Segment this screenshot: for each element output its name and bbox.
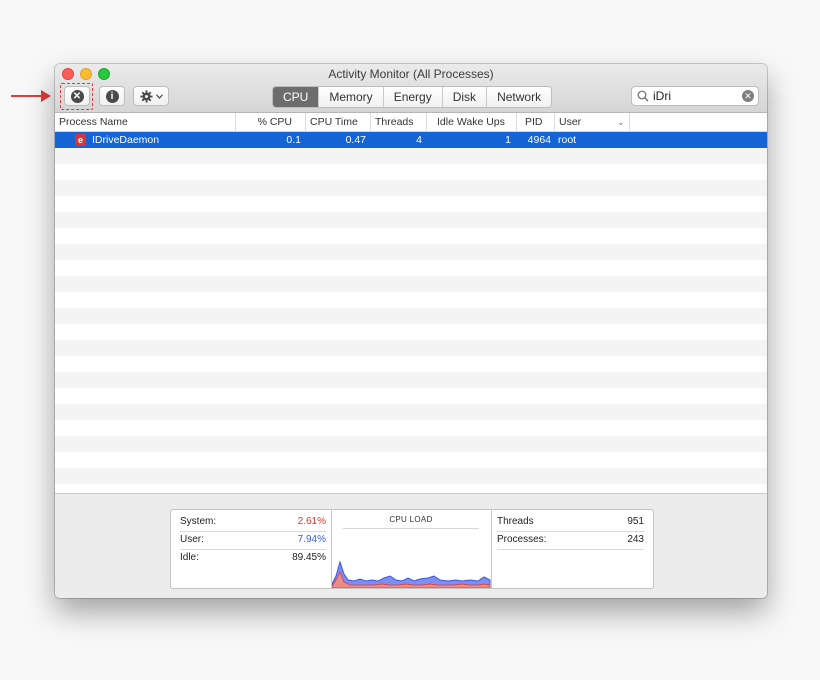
view-tabs: CPU Memory Energy Disk Network (272, 86, 553, 108)
activity-monitor-window: Activity Monitor (All Processes) ✕ i CPU… (55, 64, 767, 598)
annotation-arrow-icon (11, 90, 51, 102)
info-icon: i (105, 89, 119, 103)
column-process-name[interactable]: Process Name (59, 113, 128, 131)
cpu-time-value: 0.47 (345, 134, 366, 146)
user-value: root (558, 134, 577, 146)
cpu-stats-panel: System: 2.61% User: 7.94% Idle: 89.45% C… (170, 509, 654, 589)
pid-value: 4964 (527, 134, 551, 146)
quit-process-button[interactable]: ✕ (64, 86, 90, 106)
threads-count: 951 (627, 516, 644, 527)
window-title: Activity Monitor (All Processes) (328, 67, 494, 81)
table-header: Process Name % CPU CPU Time Threads Idle… (55, 113, 767, 132)
threads-value: 4 (416, 134, 422, 146)
column-cpu-percent[interactable]: % CPU (235, 113, 304, 131)
processes-label: Processes: (497, 534, 547, 545)
tab-disk[interactable]: Disk (441, 87, 486, 107)
processes-count: 243 (627, 534, 644, 545)
process-name: IDriveDaemon (92, 134, 160, 146)
cpu-load-title: CPU LOAD (389, 515, 433, 524)
search-input[interactable]: iDri (653, 89, 671, 103)
chevron-down-icon (155, 93, 163, 99)
cpu-percent-value: 0.1 (286, 134, 301, 146)
column-divider (629, 113, 630, 131)
sort-chevron-icon: ⌄ (617, 117, 625, 127)
column-threads[interactable]: Threads (370, 113, 425, 131)
tab-cpu[interactable]: CPU (273, 87, 319, 107)
stats-area: System: 2.61% User: 7.94% Idle: 89.45% C… (55, 493, 767, 598)
threads-label: Threads (497, 516, 534, 527)
tab-memory[interactable]: Memory (318, 87, 382, 107)
tab-network[interactable]: Network (486, 87, 551, 107)
toolbar: Activity Monitor (All Processes) ✕ i CPU… (55, 64, 767, 113)
idrive-app-icon: e (75, 134, 86, 146)
column-pid[interactable]: PID (516, 113, 554, 131)
idle-label: Idle: (180, 552, 199, 563)
inspect-process-button[interactable]: i (99, 86, 125, 106)
gear-icon (139, 89, 153, 103)
user-label: User: (180, 534, 204, 545)
search-icon (637, 90, 649, 102)
gear-menu-button[interactable] (133, 86, 169, 106)
system-value: 2.61% (297, 516, 326, 527)
column-idle-wake-ups[interactable]: Idle Wake Ups (426, 113, 516, 131)
column-cpu-time[interactable]: CPU Time (305, 113, 370, 131)
search-field[interactable]: iDri ✕ (631, 86, 759, 106)
user-value: 7.94% (297, 534, 326, 545)
x-circle-icon: ✕ (70, 89, 84, 103)
table-row[interactable]: e IDriveDaemon 0.1 0.47 4 1 4964 root (55, 132, 767, 148)
system-label: System: (180, 516, 217, 527)
idle-value: 89.45% (292, 552, 326, 563)
clear-search-icon[interactable]: ✕ (742, 90, 754, 102)
cpu-load-graph (332, 560, 491, 588)
process-table: e IDriveDaemon 0.1 0.47 4 1 4964 root (55, 132, 767, 492)
idle-wake-ups-value: 1 (505, 134, 511, 146)
tab-energy[interactable]: Energy (382, 87, 442, 107)
